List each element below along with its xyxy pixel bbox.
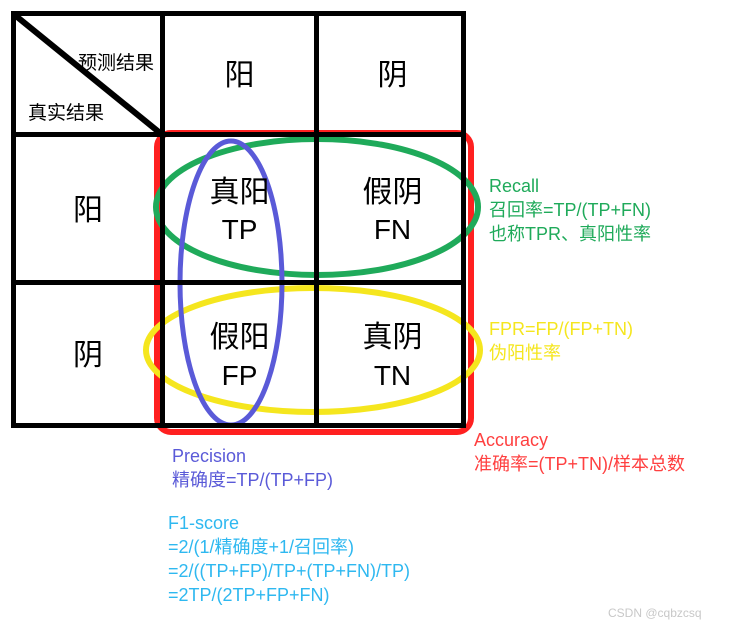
f1-formula-3: =2TP/(2TP+FP+FN) bbox=[168, 584, 330, 605]
column-header-negative-label: 阴 bbox=[377, 59, 408, 93]
accuracy-title: Accuracy bbox=[474, 430, 549, 450]
fpr-alias: 伪阳性率 bbox=[489, 342, 561, 363]
row-header-negative-label: 阴 bbox=[73, 339, 103, 373]
recall-alias: 也称TPR、真阳性率 bbox=[489, 223, 651, 244]
cell-true-positive-abbr: TP bbox=[221, 214, 258, 246]
f1-formula-2: =2/((TP+FP)/TP+(TP+FN)/TP) bbox=[168, 560, 411, 581]
precision-title: Precision bbox=[172, 446, 247, 466]
f1-formula-1: =2/(1/精确度+1/召回率) bbox=[168, 536, 355, 557]
precision-formula: 精确度=TP/(TP+FP) bbox=[172, 469, 334, 490]
cell-true-negative: 真阴 TN bbox=[319, 285, 466, 428]
corner-actual-label: 真实结果 bbox=[28, 103, 105, 124]
column-header-positive-label: 阳 bbox=[224, 59, 255, 93]
accuracy-formula: 准确率=(TP+TN)/样本总数 bbox=[474, 453, 686, 474]
cell-true-positive: 真阳 TP bbox=[165, 137, 314, 285]
f1-score-annotation: F1-score =2/(1/精确度+1/召回率) =2/((TP+FP)/TP… bbox=[168, 512, 410, 608]
cell-false-positive: 假阳 FP bbox=[165, 285, 314, 428]
f1-title: F1-score bbox=[168, 513, 240, 533]
accuracy-annotation: Accuracy 准确率=(TP+TN)/样本总数 bbox=[474, 429, 685, 477]
fpr-annotation: FPR=FP/(FP+TN) 伪阳性率 bbox=[489, 318, 633, 366]
cell-true-negative-zh: 真阴 bbox=[362, 321, 423, 355]
cell-false-negative: 假阴 FN bbox=[319, 137, 466, 285]
row-header-negative: 阴 bbox=[16, 285, 160, 428]
precision-annotation: Precision 精确度=TP/(TP+FP) bbox=[172, 445, 333, 493]
recall-annotation: Recall 召回率=TP/(TP+FN) 也称TPR、真阳性率 bbox=[489, 175, 651, 247]
cell-true-negative-abbr: TN bbox=[373, 359, 412, 391]
cell-false-negative-abbr: FN bbox=[373, 214, 412, 246]
recall-formula: 召回率=TP/(TP+FN) bbox=[489, 199, 652, 220]
row-header-positive-label: 阳 bbox=[73, 193, 103, 227]
corner-predicted-label: 预测结果 bbox=[78, 53, 155, 74]
confusion-matrix-table: 预测结果 真实结果 阳 阴 阳 阴 真阳 TP 假阴 FN 假阳 FP 真阴 T… bbox=[11, 11, 466, 428]
watermark: CSDN @cqbzcsq bbox=[608, 606, 702, 620]
column-header-positive: 阳 bbox=[165, 16, 314, 137]
recall-title: Recall bbox=[489, 176, 540, 196]
column-header-negative: 阴 bbox=[319, 16, 466, 137]
cell-false-negative-zh: 假阴 bbox=[362, 175, 423, 209]
cell-false-positive-zh: 假阳 bbox=[209, 321, 270, 355]
fpr-formula: FPR=FP/(FP+TN) bbox=[489, 319, 634, 339]
cell-false-positive-abbr: FP bbox=[221, 359, 258, 391]
cell-true-positive-zh: 真阳 bbox=[209, 175, 270, 209]
row-header-positive: 阳 bbox=[16, 137, 160, 285]
